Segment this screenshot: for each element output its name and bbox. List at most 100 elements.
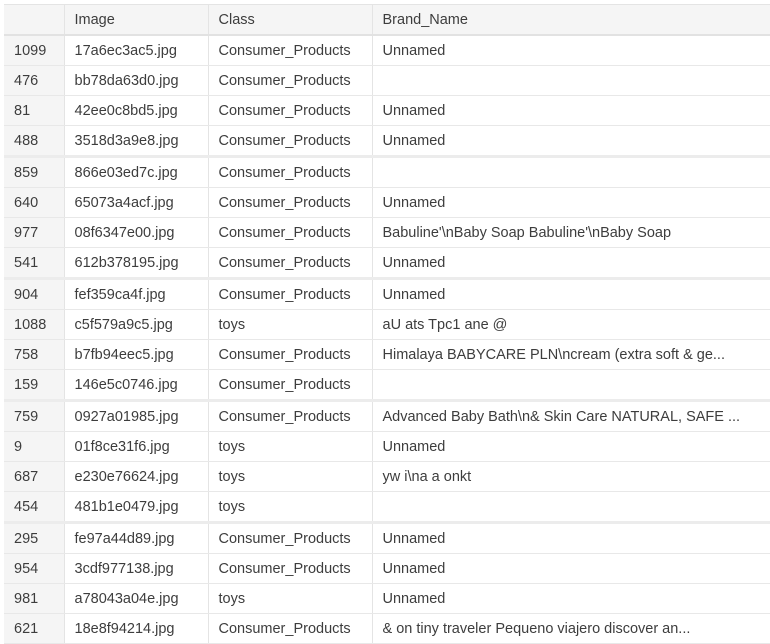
table-row[interactable]: 9 01f8ce31f6.jpg toys Unnamed [4,431,770,462]
table-row[interactable]: 1099 17a6ec3ac5.jpg Consumer_Products Unnam… [4,35,770,66]
image-cell: 866e03ed7c.jpg [64,156,209,188]
brand-name-cell [372,369,770,402]
brand-name-cell: Unnamed [372,35,770,66]
brand-name-cell: aU ats Tpc1 ane @ [372,309,770,340]
class-cell: Consumer_Products [208,156,373,188]
brand-name-cell: Unnamed [372,187,770,218]
table-row[interactable]: 977 08f6347e00.jpg Consumer_Products Babuli… [4,217,770,248]
row-index: 488 [4,125,65,158]
image-cell: 3518d3a9e8.jpg [64,125,209,158]
table-row[interactable]: 454 481b1e0479.jpg toys [4,491,770,524]
class-cell: toys [208,491,373,524]
row-index: 9 [4,431,65,462]
class-cell: Consumer_Products [208,369,373,402]
row-index: 295 [4,522,65,554]
row-index: 1088 [4,309,65,340]
image-cell: 3cdf977138.jpg [64,553,209,584]
row-index: 1099 [4,35,65,66]
class-cell: Consumer_Products [208,553,373,584]
column-header-index[interactable] [4,4,65,36]
row-index: 454 [4,491,65,524]
image-cell: c5f579a9c5.jpg [64,309,209,340]
image-cell: fef359ca4f.jpg [64,278,209,310]
image-cell: 01f8ce31f6.jpg [64,431,209,462]
row-index: 758 [4,339,65,370]
row-index: 687 [4,461,65,492]
class-cell: Consumer_Products [208,187,373,218]
class-cell: toys [208,461,373,492]
brand-name-cell: Unnamed [372,583,770,614]
table-row[interactable]: 541 612b378195.jpg Consumer_Products Unname… [4,247,770,280]
row-index: 476 [4,65,65,96]
class-cell: toys [208,583,373,614]
brand-name-cell: Unnamed [372,125,770,158]
table-row[interactable]: 1088 c5f579a9c5.jpg toys aU ats Tpc1 ane @ [4,309,770,340]
image-cell: e230e76624.jpg [64,461,209,492]
table-row[interactable]: 758 b7fb94eec5.jpg Consumer_Products Himala… [4,339,770,370]
table-row[interactable]: 159 146e5c0746.jpg Consumer_Products [4,369,770,402]
class-cell: Consumer_Products [208,247,373,280]
image-cell: 42ee0c8bd5.jpg [64,95,209,126]
row-index: 541 [4,247,65,280]
row-index: 977 [4,217,65,248]
row-index: 640 [4,187,65,218]
column-header-image[interactable]: Image [64,4,209,36]
table-row[interactable]: 295 fe97a44d89.jpg Consumer_Products Unname… [4,522,770,554]
brand-name-cell: & on tiny traveler Pequeno viajero disco… [372,613,770,644]
brand-name-cell: Unnamed [372,95,770,126]
brand-name-cell: Unnamed [372,431,770,462]
table-row[interactable]: 621 18e8f94214.jpg Consumer_Products & on t… [4,613,770,644]
class-cell: Consumer_Products [208,400,373,432]
image-cell: 0927a01985.jpg [64,400,209,432]
row-index: 621 [4,613,65,644]
class-cell: Consumer_Products [208,613,373,644]
brand-name-cell: Babuline'\nBaby Soap Babuline'\nBaby Soa… [372,217,770,248]
brand-name-cell: Unnamed [372,247,770,280]
table-row[interactable]: 759 0927a01985.jpg Consumer_Products Advanc… [4,400,770,432]
table-row[interactable]: 981 a78043a04e.jpg toys Unnamed [4,583,770,614]
table-row[interactable]: 904 fef359ca4f.jpg Consumer_Products Unname… [4,278,770,310]
row-index: 954 [4,553,65,584]
image-cell: 481b1e0479.jpg [64,491,209,524]
row-index: 859 [4,156,65,188]
row-index: 159 [4,369,65,402]
table-row[interactable]: 640 65073a4acf.jpg Consumer_Products Unname… [4,187,770,218]
class-cell: toys [208,431,373,462]
class-cell: Consumer_Products [208,35,373,66]
class-cell: Consumer_Products [208,217,373,248]
brand-name-cell: Himalaya BABYCARE PLN\ncream (extra soft… [372,339,770,370]
brand-name-cell: yw i\na a onkt [372,461,770,492]
class-cell: Consumer_Products [208,125,373,158]
class-cell: toys [208,309,373,340]
table-row[interactable]: 687 e230e76624.jpg toys yw i\na a onkt [4,461,770,492]
table-row[interactable]: 476 bb78da63d0.jpg Consumer_Products [4,65,770,96]
brand-name-cell: Advanced Baby Bath\n& Skin Care NATURAL,… [372,400,770,432]
image-cell: 65073a4acf.jpg [64,187,209,218]
brand-name-cell [372,156,770,188]
image-cell: bb78da63d0.jpg [64,65,209,96]
image-cell: b7fb94eec5.jpg [64,339,209,370]
class-cell: Consumer_Products [208,278,373,310]
brand-name-cell: Unnamed [372,522,770,554]
class-cell: Consumer_Products [208,65,373,96]
table-row[interactable]: 859 866e03ed7c.jpg Consumer_Products [4,156,770,188]
row-index: 981 [4,583,65,614]
brand-name-cell: Unnamed [372,278,770,310]
image-cell: 08f6347e00.jpg [64,217,209,248]
column-header-class[interactable]: Class [208,4,373,36]
row-index: 904 [4,278,65,310]
class-cell: Consumer_Products [208,95,373,126]
column-header-brand-name[interactable]: Brand_Name [372,4,770,36]
image-cell: 18e8f94214.jpg [64,613,209,644]
image-cell: 146e5c0746.jpg [64,369,209,402]
table-row[interactable]: 81 42ee0c8bd5.jpg Consumer_Products Unnamed [4,95,770,126]
table-row[interactable]: 954 3cdf977138.jpg Consumer_Products Unname… [4,553,770,584]
header-row: Image Class Brand_Name [4,4,770,36]
brand-name-cell [372,65,770,96]
brand-name-cell [372,491,770,524]
image-cell: 17a6ec3ac5.jpg [64,35,209,66]
class-cell: Consumer_Products [208,339,373,370]
brand-name-cell: Unnamed [372,553,770,584]
image-cell: a78043a04e.jpg [64,583,209,614]
table-row[interactable]: 488 3518d3a9e8.jpg Consumer_Products Unname… [4,125,770,158]
